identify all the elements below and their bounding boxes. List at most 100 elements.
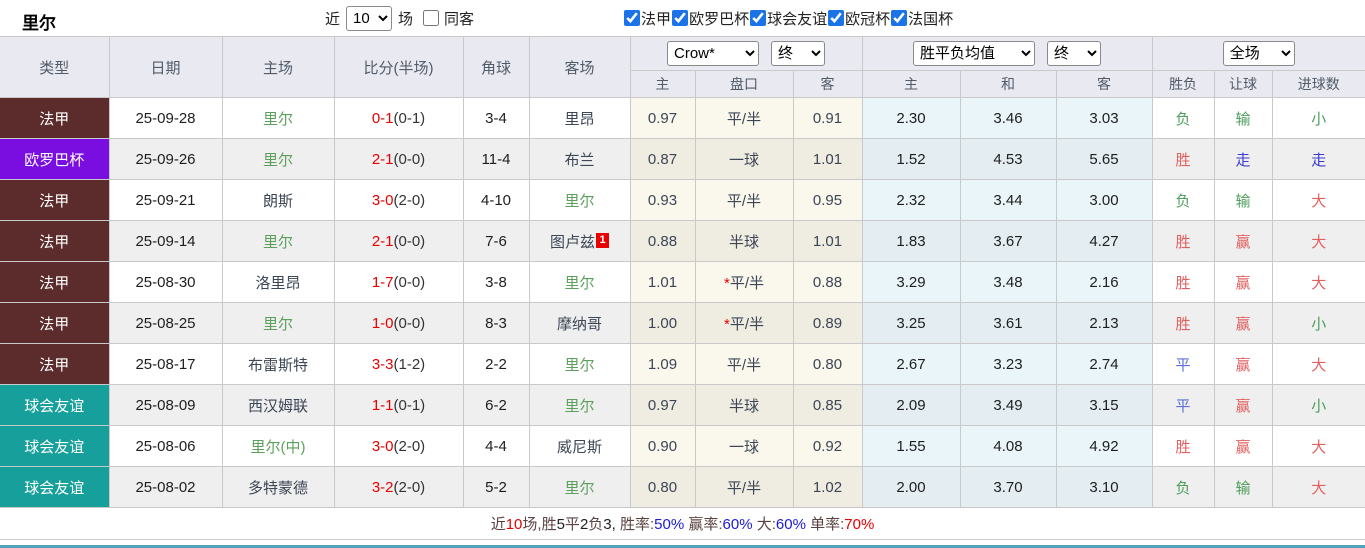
date-cell: 25-08-06 — [108, 425, 223, 467]
goals-result-cell: 大 — [1271, 425, 1365, 467]
europe-away-odds-cell: 5.65 — [1055, 138, 1153, 180]
league-label: 法甲 — [641, 10, 672, 28]
asian-home-odds-cell: 0.97 — [629, 384, 696, 426]
europe-odds-select[interactable]: 胜平负均值 — [913, 41, 1035, 66]
europe-odds-header: 胜平负均值 终 — [861, 36, 1153, 71]
type-cell: 法甲 — [0, 302, 110, 344]
corner-cell: 7-6 — [462, 220, 530, 262]
handicap-cell: 半球 — [694, 384, 794, 426]
europe-home-odds-cell: 2.09 — [861, 384, 961, 426]
handicap-result-cell: 输 — [1213, 466, 1273, 508]
handicap-text: 半球 — [728, 233, 759, 251]
corner-cell: 6-2 — [462, 384, 530, 426]
summary-row: 近10场,胜5平2负3, 胜率:50% 赢率:60% 大:60% 单率:70% — [0, 507, 1365, 540]
league-checkbox-欧罗巴杯[interactable] — [672, 10, 689, 26]
handicap-result-cell: 输 — [1213, 179, 1273, 221]
goals-result-cell: 走 — [1271, 138, 1365, 180]
asian-home-odds-cell: 1.00 — [629, 302, 696, 344]
asian-home-odds-cell: 0.87 — [629, 138, 696, 180]
match-row: 球会友谊 25-08-06 里尔(中) 3-0(2-0) 4-4 威尼斯 0.90 一球 0.9… — [0, 425, 1365, 467]
home-team-name: 洛里昂 — [255, 274, 301, 292]
handicap-text: 平/半 — [726, 479, 762, 497]
league-checkbox-球会友谊[interactable] — [750, 10, 767, 26]
home-team-name: 布雷斯特 — [247, 356, 308, 374]
scope-select[interactable]: 全场 — [1222, 41, 1295, 66]
full-time-score: 3-0 — [371, 191, 394, 209]
subcol-header-outcome: 胜负 — [1151, 70, 1215, 98]
col-header-home: 主场 — [221, 36, 335, 98]
corner-cell: 11-4 — [462, 138, 530, 180]
goals-result-cell: 小 — [1271, 97, 1365, 139]
home-team-cell: 西汉姆联 — [221, 384, 335, 426]
asian-odds-time-select[interactable]: 终 — [771, 41, 825, 66]
corner-cell: 8-3 — [462, 302, 530, 344]
europe-draw-odds-cell: 3.61 — [959, 302, 1057, 344]
outcome-cell: 负 — [1151, 466, 1215, 508]
asian-home-odds-cell: 0.97 — [629, 97, 696, 139]
outcome-cell: 负 — [1151, 97, 1215, 139]
half-time-score: (2-0) — [393, 478, 426, 496]
subcol-header-asian-home: 主 — [630, 70, 696, 98]
asian-odds-header: Crow* 终 — [629, 36, 863, 71]
top-bar: 里尔 近 10 场 同客 法甲 欧罗巴杯 球会友谊 欧冠杯 法国杯 — [0, 0, 1365, 36]
league-checkbox-欧冠杯[interactable] — [828, 10, 845, 26]
summary-segment: 50% — [654, 516, 685, 533]
handicap-text: 平/半 — [726, 356, 762, 374]
date-cell: 25-08-09 — [108, 384, 223, 426]
handicap-cell: 平/半 — [694, 466, 794, 508]
outcome-cell: 平 — [1151, 343, 1215, 385]
recent-count-select[interactable]: 10 — [346, 5, 393, 31]
handicap-text: 一球 — [728, 438, 759, 456]
score-cell: 2-1(0-0) — [333, 220, 464, 262]
asian-away-odds-cell: 0.88 — [792, 261, 863, 303]
handicap-result-cell: 赢 — [1213, 302, 1273, 344]
away-team-cell: 里尔 — [528, 261, 631, 303]
europe-away-odds-cell: 3.03 — [1055, 97, 1153, 139]
handicap-cell: *平/半 — [694, 261, 794, 303]
league-label: 欧罗巴杯 — [689, 10, 750, 28]
outcome-cell: 胜 — [1151, 138, 1215, 180]
full-time-score: 2-1 — [371, 232, 394, 250]
handicap-cell: 一球 — [694, 138, 794, 180]
full-time-score: 1-7 — [371, 273, 394, 291]
home-team-cell: 洛里昂 — [221, 261, 335, 303]
corner-cell: 4-4 — [462, 425, 530, 467]
subcol-header-europe-away: 客 — [1055, 70, 1153, 98]
half-time-score: (2-0) — [393, 437, 426, 455]
away-team-cell: 布兰 — [528, 138, 631, 180]
match-table-body: 法甲 25-09-28 里尔 0-1(0-1) 3-4 里昂 0.97 平/半 0.91 2.30… — [0, 97, 1365, 508]
score-cell: 3-2(2-0) — [333, 466, 464, 508]
match-row: 球会友谊 25-08-02 多特蒙德 3-2(2-0) 5-2 里尔 0.80 平/半 1.02… — [0, 466, 1365, 508]
league-checkbox-法甲[interactable] — [624, 10, 641, 26]
home-team-cell: 里尔 — [221, 97, 335, 139]
europe-draw-odds-cell: 4.08 — [959, 425, 1057, 467]
handicap-result-cell: 输 — [1213, 97, 1273, 139]
handicap-text: 一球 — [728, 151, 759, 169]
away-team-name: 图卢兹 — [549, 233, 595, 251]
asian-away-odds-cell: 1.02 — [792, 466, 863, 508]
match-row: 法甲 25-09-14 里尔 2-1(0-0) 7-6 图卢兹 1 0.88 半球 1.01 1.8… — [0, 220, 1365, 262]
summary-segment: 70% — [844, 516, 875, 533]
home-team-name: 西汉姆联 — [247, 397, 308, 415]
league-checkbox-法国杯[interactable] — [891, 10, 908, 26]
score-cell: 2-1(0-0) — [333, 138, 464, 180]
half-time-score: (1-2) — [393, 355, 426, 373]
europe-away-odds-cell: 4.92 — [1055, 425, 1153, 467]
subcol-header-europe-home: 主 — [861, 70, 961, 98]
type-cell: 法甲 — [0, 220, 110, 262]
europe-home-odds-cell: 3.25 — [861, 302, 961, 344]
bookmaker-select[interactable]: Crow* — [667, 41, 759, 66]
asian-away-odds-cell: 0.89 — [792, 302, 863, 344]
europe-away-odds-cell: 3.10 — [1055, 466, 1153, 508]
outcome-cell: 负 — [1151, 179, 1215, 221]
home-team-cell: 里尔 — [221, 138, 335, 180]
europe-odds-time-select[interactable]: 终 — [1047, 41, 1101, 66]
match-row: 法甲 25-08-25 里尔 1-0(0-0) 8-3 摩纳哥 1.00 *平/半 0.89 3.… — [0, 302, 1365, 344]
home-team-name: 里尔 — [262, 151, 293, 169]
outcome-cell: 胜 — [1151, 261, 1215, 303]
goals-result-cell: 小 — [1271, 384, 1365, 426]
col-header-type: 类型 — [0, 36, 110, 98]
same-away-checkbox[interactable] — [423, 10, 440, 26]
match-row: 法甲 25-09-28 里尔 0-1(0-1) 3-4 里昂 0.97 平/半 0.91 2.30… — [0, 97, 1365, 139]
summary-segment: 赢率: — [684, 516, 723, 533]
